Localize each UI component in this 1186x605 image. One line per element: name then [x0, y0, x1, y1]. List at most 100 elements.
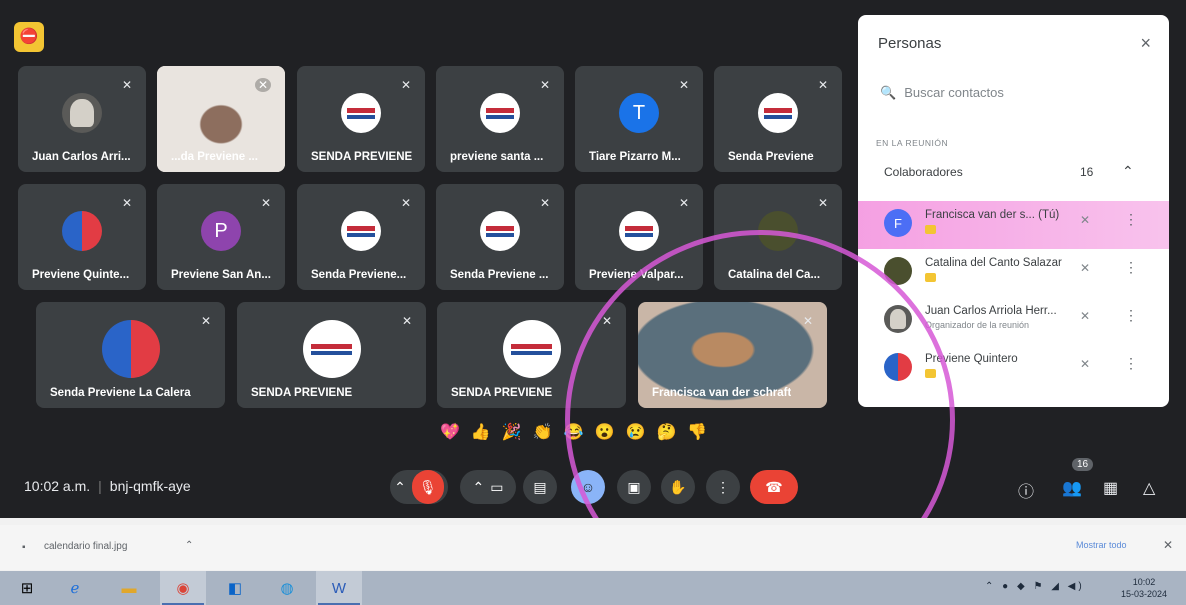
- participant-tile[interactable]: ✕ ...da Previene ...: [157, 66, 285, 172]
- participant-name: Tiare Pizarro M...: [589, 151, 681, 163]
- participant-name: SENDA PREVIENE: [311, 151, 413, 163]
- panel-title: Personas: [878, 35, 942, 52]
- reaction-thumbs-down[interactable]: 👎: [687, 420, 707, 446]
- avatar: [62, 211, 102, 251]
- meet-badge-icon[interactable]: ⛔: [14, 22, 44, 52]
- mic-off-icon: ✕: [1080, 261, 1091, 275]
- present-button[interactable]: ▣: [617, 470, 651, 504]
- group-label[interactable]: Colaboradores: [884, 165, 1144, 179]
- person-name: Catalina del Canto Salazar: [925, 257, 1062, 269]
- raise-hand-button[interactable]: ✋: [661, 470, 695, 504]
- participant-tile[interactable]: T ✕ Tiare Pizarro M...: [575, 66, 703, 172]
- participant-name: Juan Carlos Arri...: [32, 151, 131, 163]
- participant-tile[interactable]: ✕ Francisca van der schraft: [638, 302, 827, 408]
- participant-tile[interactable]: ✕ Previene Valpar...: [575, 184, 703, 290]
- person-role: Organizador de la reunión: [925, 320, 1030, 330]
- reaction-party[interactable]: 🎉: [502, 420, 522, 446]
- meeting-time: 10:02 a.m.: [24, 478, 91, 494]
- download-file-name[interactable]: calendario final.jpg: [44, 541, 127, 552]
- avatar: [101, 320, 160, 378]
- search-icon: 🔍: [880, 85, 897, 100]
- participant-tile[interactable]: ✕ Senda Previene: [714, 66, 842, 172]
- mic-off-icon: ✕: [539, 196, 550, 210]
- avatar: [480, 93, 520, 133]
- participant-tile[interactable]: ✕ SENDA PREVIENE: [237, 302, 426, 408]
- participant-tile[interactable]: ✕ SENDA PREVIENE: [437, 302, 626, 408]
- mic-control[interactable]: ⌃ 🎙: [390, 470, 448, 504]
- mic-off-icon: ✕: [121, 78, 132, 92]
- avatar: [758, 93, 798, 133]
- edge-icon[interactable]: ◍: [264, 571, 310, 605]
- avatar: [502, 320, 561, 378]
- more-vert-icon[interactable]: ⋮: [1124, 259, 1138, 276]
- show-all-link[interactable]: Mostrar todo: [1076, 540, 1127, 550]
- reaction-heart[interactable]: 💖: [440, 420, 460, 446]
- word-icon[interactable]: W: [316, 571, 362, 605]
- avatar: [758, 211, 798, 251]
- person-row[interactable]: Juan Carlos Arriola Herr... Organizador …: [858, 297, 1169, 345]
- mic-off-icon: ✕: [601, 314, 612, 328]
- more-vert-icon[interactable]: ⋮: [1124, 355, 1138, 372]
- more-vert-icon[interactable]: ⋮: [1124, 211, 1138, 228]
- internet-explorer-icon[interactable]: ℯ: [52, 571, 98, 605]
- participant-tile[interactable]: ✕ Senda Previene ...: [436, 184, 564, 290]
- chevron-up-icon[interactable]: ⌃: [1122, 163, 1134, 180]
- participant-tile[interactable]: ✕ Juan Carlos Arri...: [18, 66, 146, 172]
- reaction-thinking[interactable]: 🤔: [656, 420, 676, 446]
- info-icon[interactable]: ⓘ: [1018, 478, 1034, 502]
- mic-off-icon: ✕: [1080, 309, 1091, 323]
- meeting-code: bnj-qmfk-aye: [109, 478, 191, 494]
- reaction-laugh[interactable]: 😂: [564, 420, 584, 446]
- close-icon[interactable]: ×: [1140, 33, 1151, 54]
- people-icon[interactable]: 👥: [1062, 478, 1082, 498]
- mic-off-icon: ✕: [400, 196, 411, 210]
- participant-tile[interactable]: ✕ Senda Previene...: [297, 184, 425, 290]
- emoji-button[interactable]: ☺: [571, 470, 605, 504]
- participant-name: Catalina del Ca...: [728, 269, 821, 281]
- participant-name: Senda Previene...: [311, 269, 407, 281]
- clock-time: 10:02: [1132, 577, 1156, 587]
- captions-button[interactable]: ▤: [523, 470, 557, 504]
- person-name: Francisca van der s... (Tú): [925, 209, 1060, 221]
- camera-control[interactable]: ⌃ ▭: [460, 470, 516, 504]
- participant-tile[interactable]: ✕ Catalina del Ca...: [714, 184, 842, 290]
- chevron-up-icon[interactable]: ⌃: [473, 479, 485, 496]
- avatar: T: [619, 93, 659, 133]
- chat-icon[interactable]: ▦: [1103, 478, 1118, 498]
- reaction-sad[interactable]: 😢: [626, 420, 646, 446]
- search-field[interactable]: 🔍 Buscar contactos: [880, 85, 1004, 101]
- file-explorer-icon[interactable]: ▬: [106, 571, 152, 605]
- person-row[interactable]: F Francisca van der s... (Tú) ✕ ⋮: [858, 201, 1169, 249]
- reaction-thumbs-up[interactable]: 👍: [471, 420, 491, 446]
- participant-tile[interactable]: ✕ Previene Quinte...: [18, 184, 146, 290]
- reactions-bar: 💖 👍 🎉 👏 😂 😮 😢 🤔 👎: [440, 420, 707, 446]
- reaction-surprised[interactable]: 😮: [595, 420, 615, 446]
- mic-off-icon: ✕: [400, 78, 411, 92]
- leave-call-button[interactable]: ☎: [750, 470, 798, 504]
- windows-taskbar: ⊞ ℯ ▬ ◉ ◧ ◍ W ⌃ ● ◆ ⚑ ◢ ◀) 10:02 15-03-2…: [0, 571, 1186, 605]
- close-icon[interactable]: ✕: [1163, 538, 1173, 552]
- outlook-icon[interactable]: ◧: [212, 571, 258, 605]
- participant-tile[interactable]: ✕ previene santa ...: [436, 66, 564, 172]
- mic-off-icon: ✕: [1080, 357, 1091, 371]
- reaction-clap[interactable]: 👏: [533, 420, 553, 446]
- chrome-icon[interactable]: ◉: [160, 571, 206, 605]
- participant-tile[interactable]: P ✕ Previene San An...: [157, 184, 285, 290]
- activities-icon[interactable]: △: [1143, 478, 1155, 498]
- participant-tile[interactable]: ✕ SENDA PREVIENE: [297, 66, 425, 172]
- more-vert-icon[interactable]: ⋮: [1124, 307, 1138, 324]
- avatar: F: [884, 209, 912, 237]
- chevron-up-icon[interactable]: ⌃: [185, 540, 193, 551]
- participant-tile[interactable]: ✕ Senda Previene La Calera: [36, 302, 225, 408]
- system-tray[interactable]: ⌃ ● ◆ ⚑ ◢ ◀): [985, 581, 1085, 592]
- search-placeholder: Buscar contactos: [904, 85, 1004, 100]
- system-clock[interactable]: 10:02 15-03-2024: [1114, 576, 1174, 600]
- camera-icon[interactable]: ▭: [490, 479, 503, 496]
- more-options-button[interactable]: ⋮: [706, 470, 740, 504]
- people-panel: Personas × 🔍 Buscar contactos EN LA REUNI…: [858, 15, 1169, 407]
- person-row[interactable]: Catalina del Canto Salazar ✕ ⋮: [858, 249, 1169, 297]
- chevron-up-icon[interactable]: ⌃: [394, 479, 406, 496]
- person-row[interactable]: Previene Quintero ✕ ⋮: [858, 345, 1169, 393]
- mic-off-icon[interactable]: 🎙: [411, 470, 444, 504]
- windows-start-icon[interactable]: ⊞: [4, 571, 50, 605]
